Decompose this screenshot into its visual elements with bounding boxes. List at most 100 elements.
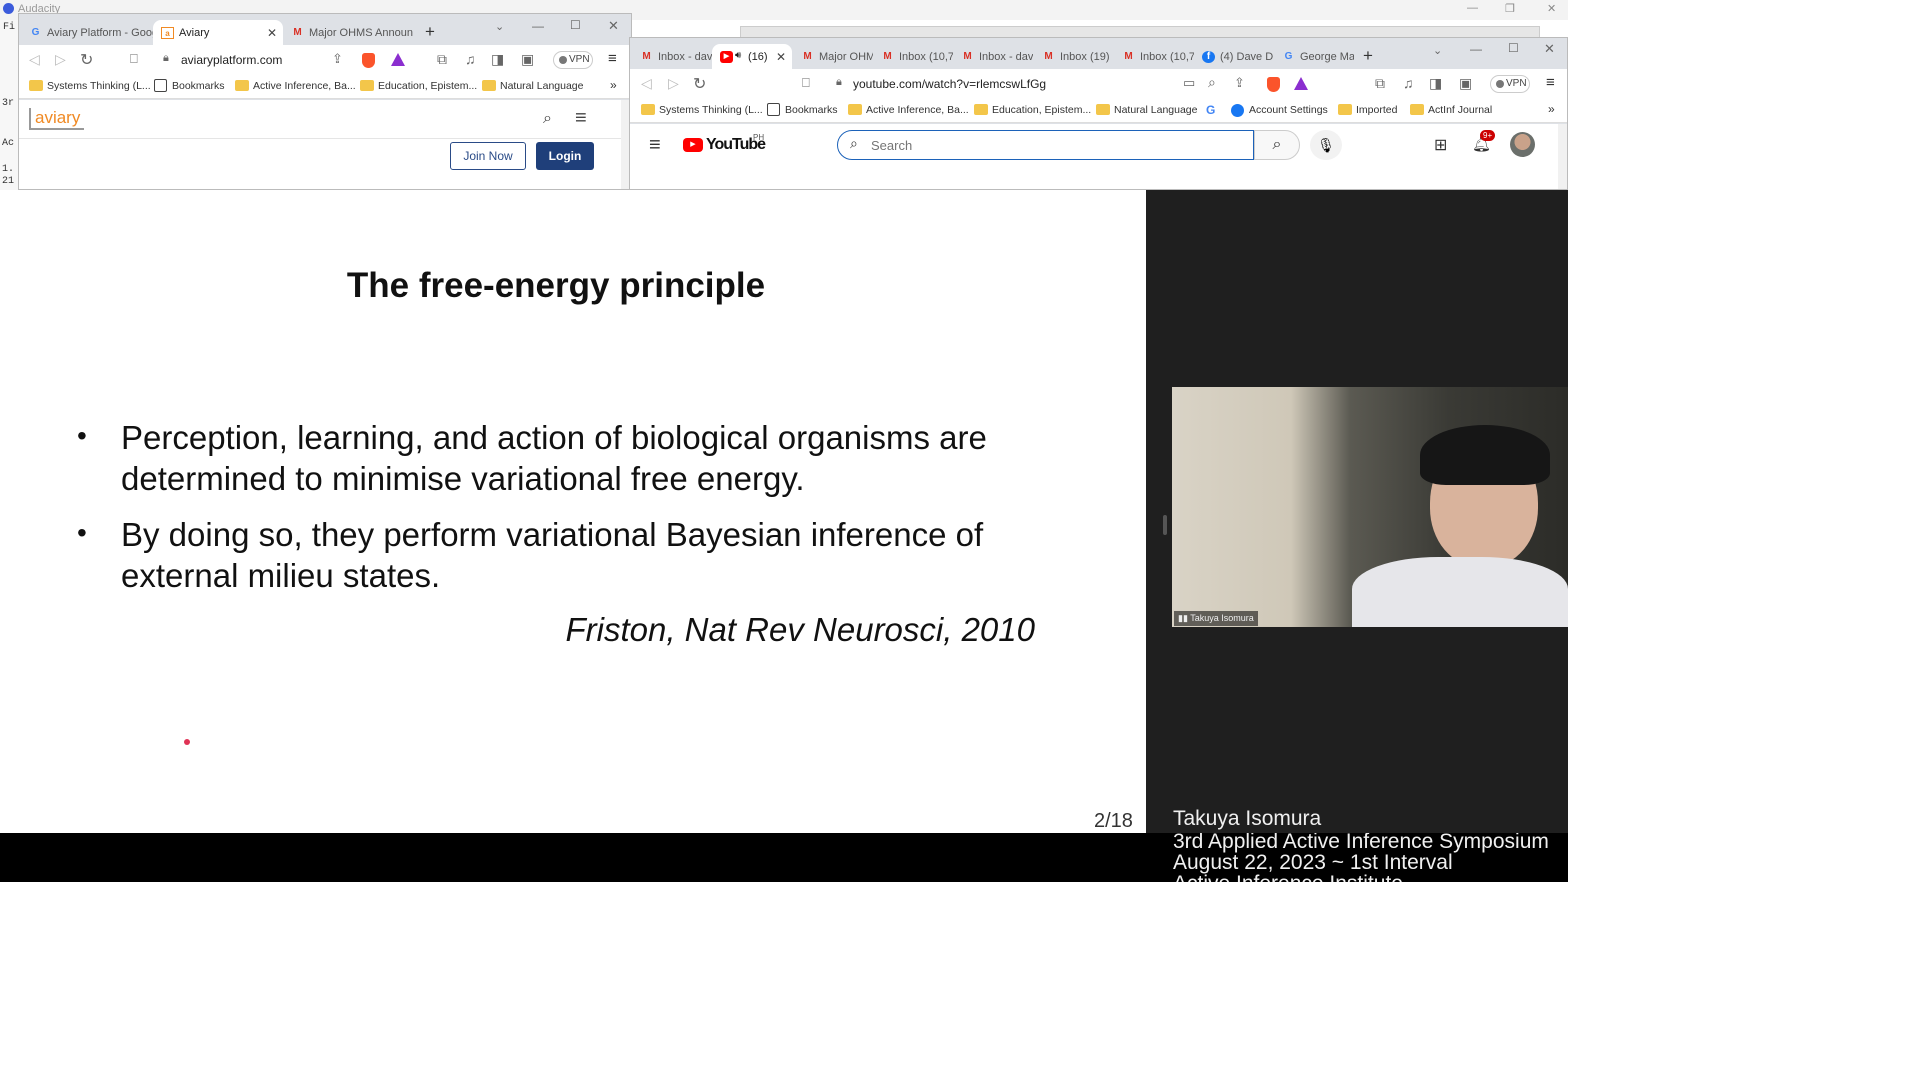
bookmark-systems-thinking[interactable]: Systems Thinking (L... (29, 80, 151, 92)
login-button[interactable]: Login (536, 142, 594, 170)
search-button[interactable]: ⌕ (1254, 130, 1300, 160)
bookmark-natural-language[interactable]: Natural Language (482, 80, 583, 92)
scrollbar[interactable] (1558, 124, 1567, 189)
speaker-panel: ▮▮ Takuya Isomura Takuya Isomura (1146, 190, 1568, 833)
bookmark-active-inference[interactable]: Active Inference, Ba... (848, 104, 969, 116)
bookmark-imported[interactable]: Imported (1338, 104, 1397, 116)
extensions-icon[interactable]: ⧉ (437, 51, 447, 68)
google-icon[interactable]: G (1206, 103, 1215, 117)
more-bookmarks-icon[interactable]: » (1548, 102, 1555, 116)
zoom-icon[interactable]: ⌕ (1208, 74, 1216, 91)
tab-facebook[interactable]: f (4) Dave D (1194, 44, 1274, 70)
bookmark-natural-language[interactable]: Natural Language (1096, 104, 1197, 116)
tab-label: (4) Dave D (1220, 51, 1274, 63)
voice-search-icon[interactable]: 🎙︎ (1310, 130, 1342, 160)
sidebar-icon[interactable]: ◨ (491, 51, 504, 68)
aviary-icon: a (161, 27, 174, 39)
bookmark-label: Natural Language (500, 80, 584, 92)
maximize-icon[interactable]: ☐ (570, 18, 581, 32)
wallet-icon[interactable]: ▣ (1459, 75, 1472, 92)
bookmark-systems-thinking[interactable]: Systems Thinking (L... (641, 104, 763, 116)
minimize-icon[interactable]: — (1467, 2, 1478, 14)
media-icon[interactable]: ♫ (1403, 75, 1414, 91)
join-now-button[interactable]: Join Now (450, 142, 526, 170)
media-icon[interactable]: ♫ (465, 51, 476, 67)
hamburger-icon[interactable]: ≡ (649, 134, 661, 157)
tab-inbox[interactable]: M Inbox - dav (953, 44, 1033, 70)
tab-youtube[interactable]: ▶ 🔊︎ (16) ✕ (712, 44, 792, 70)
maximize-icon[interactable]: ☐ (1508, 41, 1519, 55)
tab-close-icon[interactable]: ✕ (776, 50, 786, 64)
bookmark-bookmarks[interactable]: Bookmarks (154, 79, 225, 92)
sidebar-icon[interactable]: ◨ (1429, 75, 1442, 92)
restore-icon[interactable]: ❐ (1505, 2, 1515, 15)
more-bookmarks-icon[interactable]: » (610, 78, 617, 92)
share-icon[interactable]: ⇪ (332, 51, 343, 67)
search-icon[interactable]: ⌕ (543, 110, 552, 128)
vpn-button[interactable]: VPN (1490, 75, 1530, 93)
bookmark-active-inference[interactable]: Active Inference, Ba... (235, 80, 356, 92)
tab-inbox[interactable]: M Inbox (10,7 (873, 44, 953, 70)
tab-inbox[interactable]: M Inbox - dav (632, 44, 712, 70)
close-window-icon[interactable]: ✕ (1544, 41, 1555, 57)
tab-aviary[interactable]: a Aviary ✕ (153, 20, 283, 46)
brave-shield-icon[interactable] (362, 53, 375, 68)
tab-inbox[interactable]: M Inbox (10,7 (1114, 44, 1194, 70)
bookmark-label: Systems Thinking (L... (47, 80, 151, 92)
brave-rewards-icon[interactable] (1294, 77, 1308, 90)
google-icon: G (31, 27, 40, 38)
notification-badge: 9+ (1480, 130, 1496, 141)
aviary-logo[interactable]: aviary (29, 108, 85, 130)
new-tab-icon[interactable]: + (425, 22, 435, 42)
chevron-down-icon[interactable]: ⌄ (1433, 44, 1442, 57)
search-input[interactable] (871, 136, 1241, 154)
tab-google[interactable]: G George Ma (1274, 44, 1354, 70)
reload-icon[interactable]: ↻ (80, 50, 93, 70)
cast-icon[interactable]: ▭ (1183, 75, 1195, 91)
chevron-down-icon[interactable]: ⌄ (495, 20, 504, 33)
tab-aviary-platform[interactable]: G Aviary Platform - Goog (21, 20, 153, 46)
youtube-logo-icon[interactable]: ▶ (683, 138, 703, 152)
avatar[interactable] (1510, 132, 1535, 157)
tab-close-icon[interactable]: ✕ (267, 26, 277, 40)
address-bar[interactable]: aviaryplatform.com (181, 53, 282, 67)
bookmark-education[interactable]: Education, Epistem... (974, 104, 1091, 116)
close-icon[interactable]: ✕ (1547, 2, 1556, 15)
minimize-icon[interactable]: — (532, 19, 544, 33)
extensions-icon[interactable]: ⧉ (1375, 75, 1385, 92)
forward-icon[interactable]: ▷ (55, 51, 66, 68)
hamburger-icon[interactable]: ≡ (575, 107, 587, 130)
share-icon[interactable]: ⇪ (1234, 75, 1245, 91)
bookmark-account-settings[interactable]: Account Settings (1231, 104, 1328, 117)
close-window-icon[interactable]: ✕ (608, 18, 619, 34)
create-video-icon[interactable]: ⊞ (1434, 135, 1447, 155)
tab-inbox[interactable]: M Inbox (19) (1034, 44, 1114, 70)
address-bar[interactable]: youtube.com/watch?v=rlemcswLfGg (853, 77, 1046, 91)
minimize-icon[interactable]: — (1470, 42, 1482, 56)
menu-icon[interactable]: ≡ (1546, 74, 1555, 91)
tab-label: Inbox (10,7 (1140, 51, 1194, 63)
bookmark-actinf-journal[interactable]: ActInf Journal (1410, 104, 1492, 116)
bookmark-icon[interactable]: ⎕ (130, 51, 138, 67)
back-icon[interactable]: ◁ (641, 75, 652, 92)
reload-icon[interactable]: ↻ (693, 74, 706, 94)
menu-icon[interactable]: ≡ (608, 50, 617, 67)
slide-bullet-2-line-1: By doing so, they perform variational Ba… (121, 516, 984, 553)
vpn-button[interactable]: VPN (553, 51, 593, 69)
bookmark-icon[interactable]: ⎕ (802, 75, 810, 91)
brave-shield-icon[interactable] (1267, 77, 1280, 92)
new-tab-icon[interactable]: + (1363, 46, 1373, 66)
forward-icon[interactable]: ▷ (668, 75, 679, 92)
panel-resize-handle[interactable] (1163, 515, 1167, 535)
back-icon[interactable]: ◁ (29, 51, 40, 68)
bookmark-bookmarks[interactable]: Bookmarks (767, 103, 838, 116)
brave-rewards-icon[interactable] (391, 53, 405, 66)
bookmark-education[interactable]: Education, Epistem... (360, 80, 477, 92)
signal-icon: ▮▮ (1178, 613, 1191, 623)
caption-block: Takuya Isomura (1173, 808, 1321, 829)
tab-major-ohms[interactable]: M Major OHMS Announc (283, 20, 413, 46)
wallet-icon[interactable]: ▣ (521, 51, 534, 68)
search-box[interactable]: ⌕ (837, 130, 1254, 160)
tab-major-ohms[interactable]: M Major OHM (793, 44, 873, 70)
tab-label: Aviary Platform - Goog (47, 27, 153, 39)
